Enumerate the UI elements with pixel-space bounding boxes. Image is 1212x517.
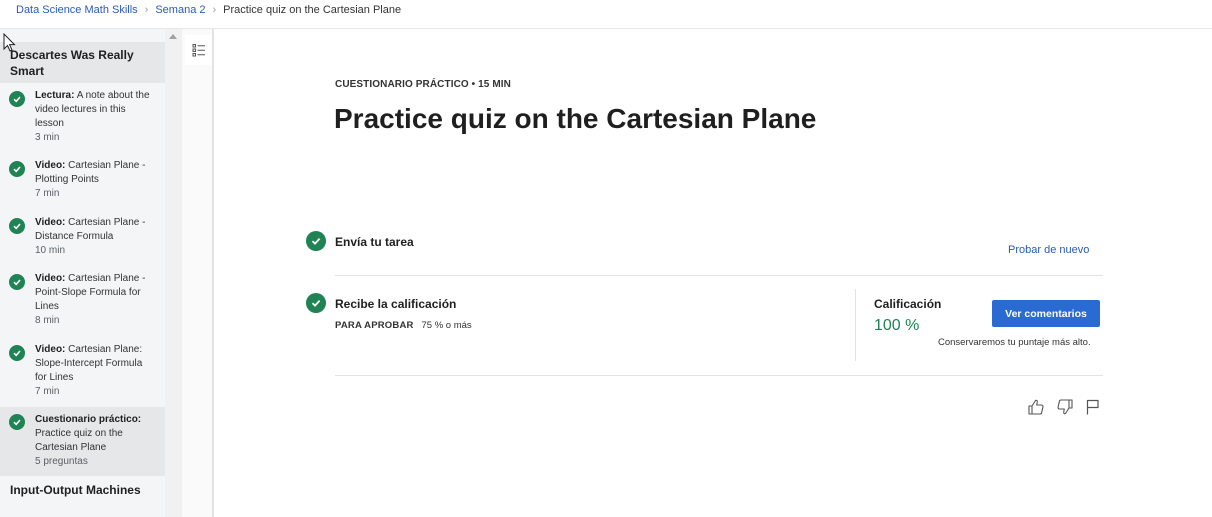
sidebar-section-title[interactable]: Input-Output Machines xyxy=(10,483,141,497)
item-duration: 3 min xyxy=(35,132,60,143)
sidebar-item-video[interactable]: Video: Cartesian Plane - Plotting Points… xyxy=(0,159,165,203)
sidebar-item-reading[interactable]: Lectura: A note about the video lectures… xyxy=(0,89,165,145)
item-kind: Video: xyxy=(35,273,66,284)
item-title: Practice quiz on the Cartesian Plane xyxy=(35,428,123,453)
top-bar: Data Science Math Skills › Semana 2 › Pr… xyxy=(0,0,1212,29)
view-feedback-button[interactable]: Ver comentarios xyxy=(992,300,1100,327)
grade-value: 100 % xyxy=(874,317,920,334)
item-question-count: 5 preguntas xyxy=(35,456,88,467)
item-kind: Video: xyxy=(35,160,66,171)
outline-column xyxy=(182,29,214,517)
item-eyebrow: CUESTIONARIO PRÁCTICO • 15 MIN xyxy=(335,79,511,90)
page-title: Practice quiz on the Cartesian Plane xyxy=(334,103,817,134)
scroll-up-arrow-icon[interactable] xyxy=(169,34,177,39)
sidebar-item-video[interactable]: Video: Cartesian Plane - Distance Formul… xyxy=(0,216,165,260)
completed-check-icon xyxy=(9,218,25,234)
item-kind: Lectura: xyxy=(35,90,75,101)
item-duration: 7 min xyxy=(35,188,60,199)
chevron-right-icon: › xyxy=(212,4,217,16)
sidebar-item-video[interactable]: Video: Cartesian Plane - Point-Slope For… xyxy=(0,272,165,330)
item-duration: 10 min xyxy=(35,245,66,256)
completed-check-icon xyxy=(9,414,25,430)
step-grade-label: Recibe la calificación xyxy=(335,297,457,311)
passing-requirement: PARA APROBAR 75 % o más xyxy=(335,320,472,331)
flag-icon[interactable] xyxy=(1084,398,1102,416)
sidebar-section-title[interactable]: Descartes Was Really Smart xyxy=(0,42,165,83)
item-duration: 8 min xyxy=(35,315,60,326)
chevron-right-icon: › xyxy=(144,4,149,16)
completed-check-icon xyxy=(9,345,25,361)
sidebar-item-video[interactable]: Video: Cartesian Plane: Slope-Intercept … xyxy=(0,343,165,401)
completed-check-icon xyxy=(306,231,326,251)
divider xyxy=(335,275,1103,276)
item-kind: Video: xyxy=(35,217,66,228)
sidebar-item-quiz-active[interactable]: Cuestionario práctico: Practice quiz on … xyxy=(0,407,165,476)
outline-list-icon xyxy=(192,44,205,57)
retry-link[interactable]: Probar de nuevo xyxy=(1008,244,1089,256)
outline-toggle-button[interactable] xyxy=(185,35,212,65)
pass-value: 75 % o más xyxy=(421,320,472,331)
highest-score-note: Conservaremos tu puntaje más alto. xyxy=(938,337,1091,348)
breadcrumb-week-link[interactable]: Semana 2 xyxy=(155,4,205,16)
item-kind: Video: xyxy=(35,344,66,355)
scrollbar-thumb[interactable] xyxy=(168,49,179,509)
sidebar-scrollbar[interactable] xyxy=(165,29,182,517)
completed-check-icon xyxy=(9,274,25,290)
thumbs-up-icon[interactable] xyxy=(1027,398,1045,416)
breadcrumb-current: Practice quiz on the Cartesian Plane xyxy=(223,4,402,16)
mouse-cursor-icon xyxy=(3,33,16,52)
completed-check-icon xyxy=(9,161,25,177)
step-submit-label: Envía tu tarea xyxy=(335,235,414,249)
completed-check-icon xyxy=(9,91,25,107)
pass-label: PARA APROBAR xyxy=(335,320,414,331)
divider xyxy=(335,375,1103,376)
item-kind: Cuestionario práctico: xyxy=(35,414,142,425)
completed-check-icon xyxy=(306,293,326,313)
course-sidebar: Descartes Was Really Smart Lectura: A no… xyxy=(0,29,165,517)
item-duration: 7 min xyxy=(35,386,60,397)
breadcrumb: Data Science Math Skills › Semana 2 › Pr… xyxy=(16,4,401,16)
thumbs-down-icon[interactable] xyxy=(1056,398,1074,416)
grade-label: Calificación xyxy=(874,297,942,311)
breadcrumb-course-link[interactable]: Data Science Math Skills xyxy=(16,4,138,16)
vertical-divider xyxy=(855,289,856,361)
